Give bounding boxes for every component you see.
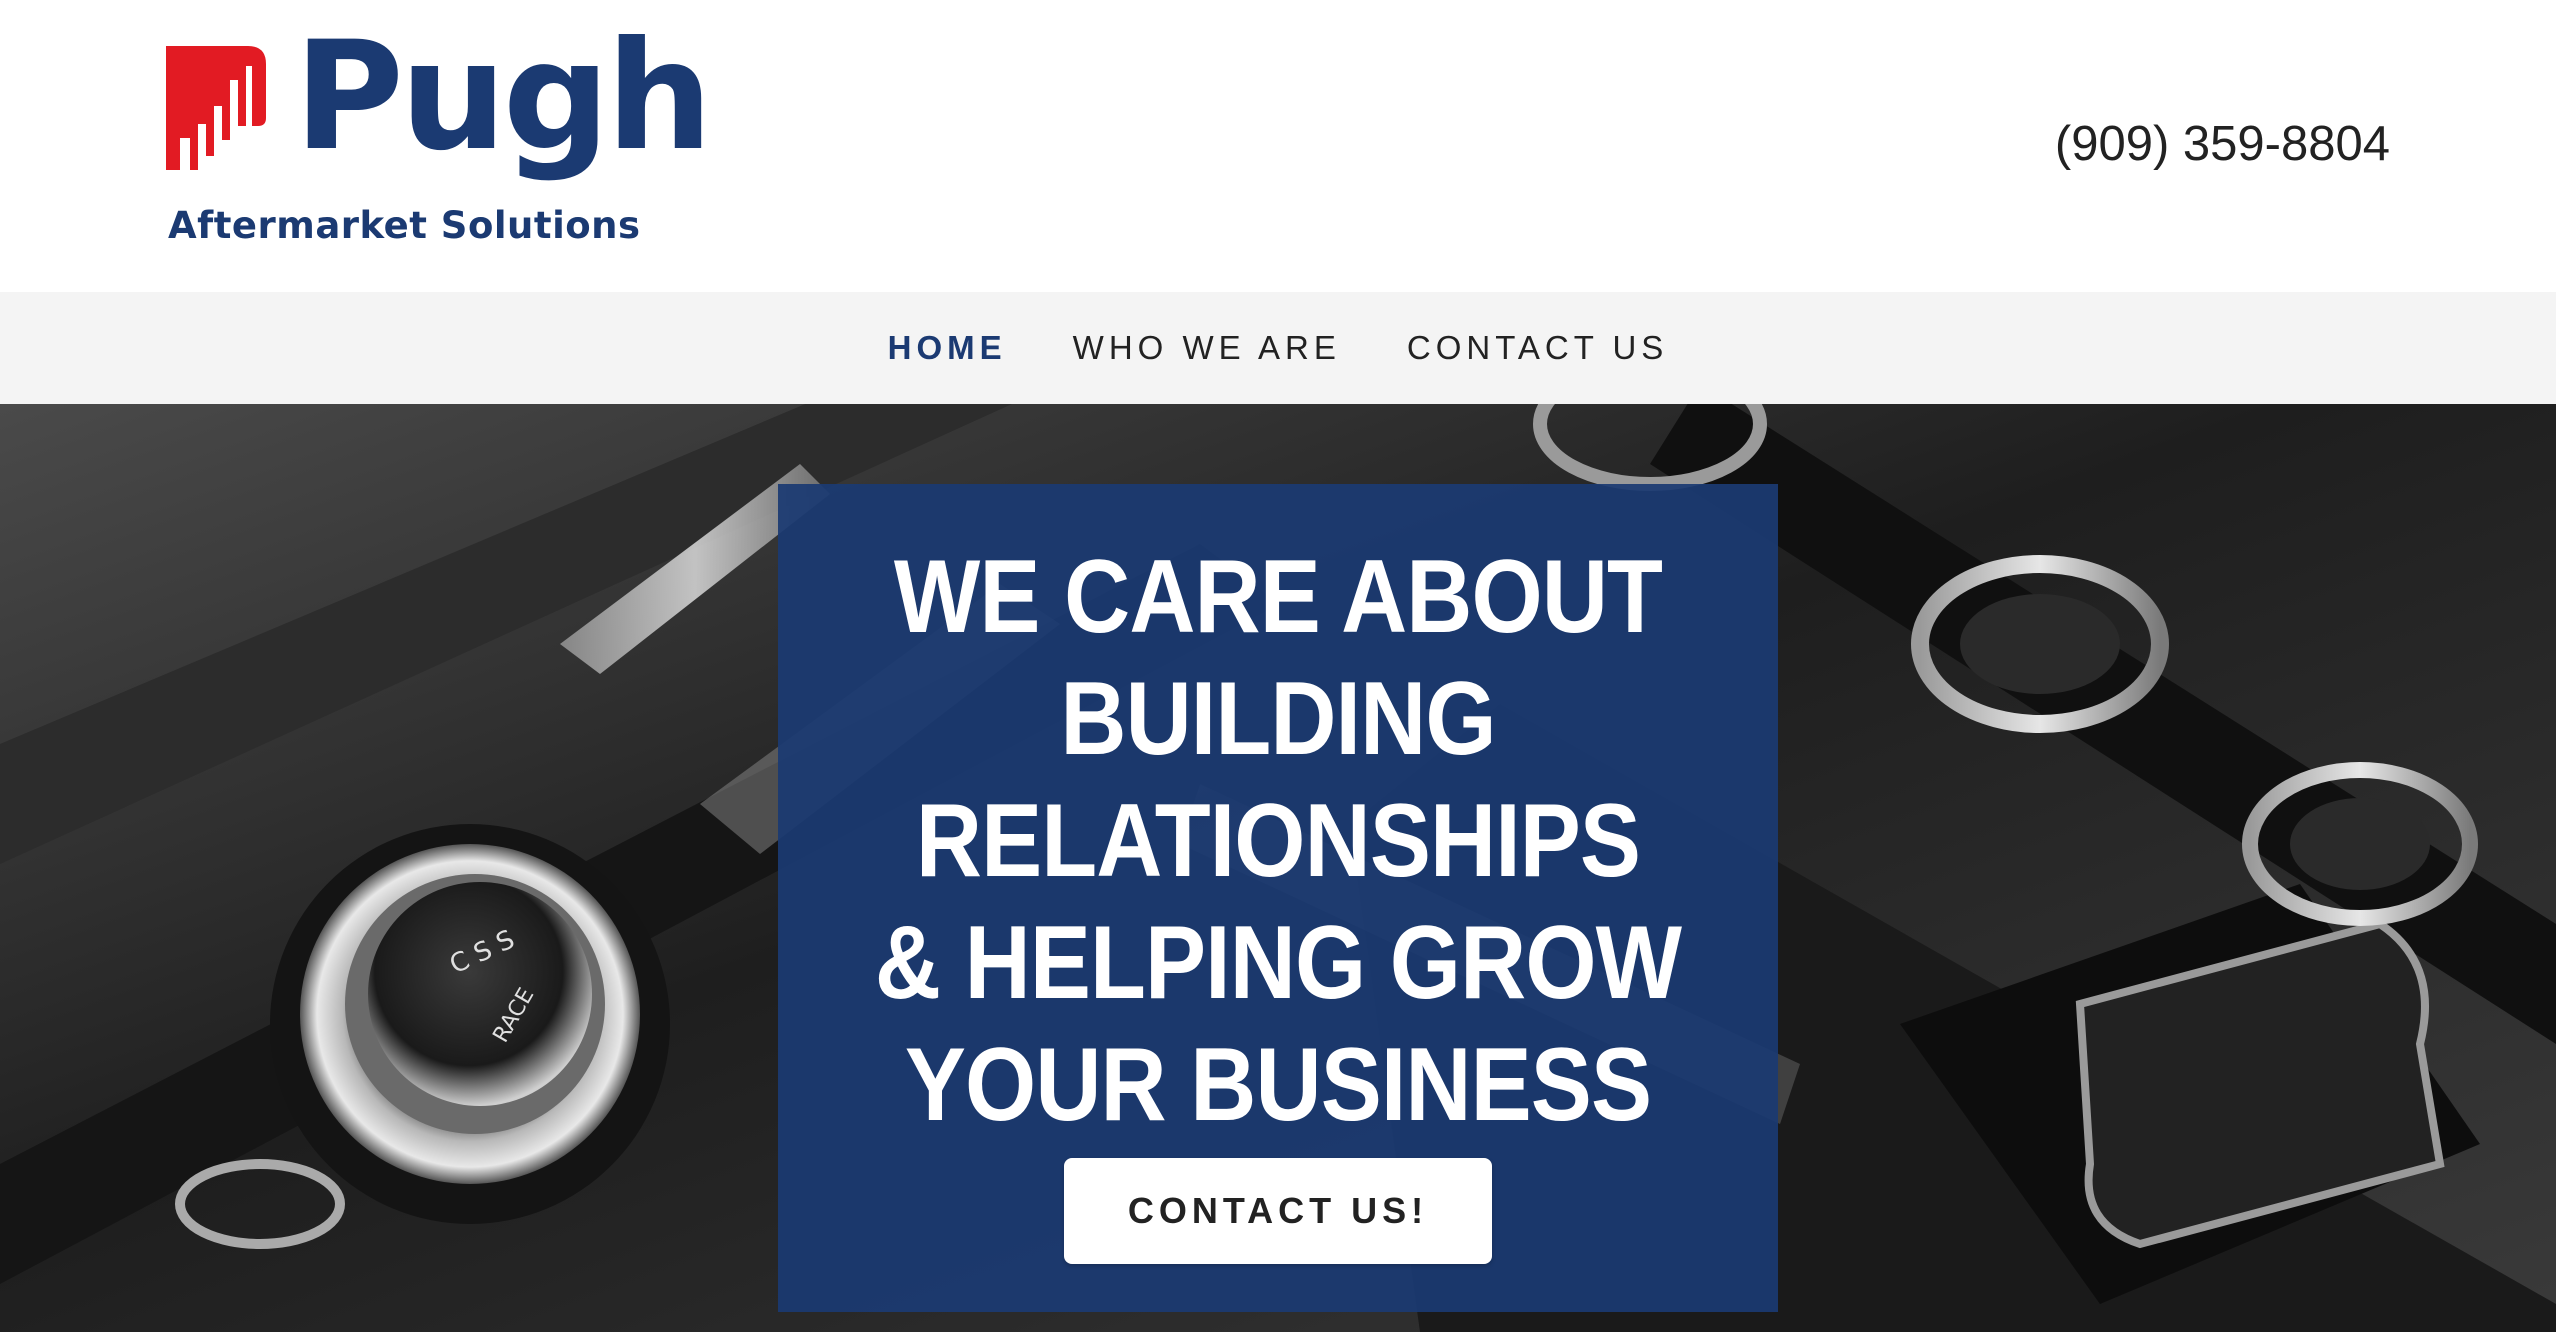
nav-item-contact-us[interactable]: CONTACT US	[1374, 329, 1701, 367]
hero-headline: WE CARE ABOUT BUILDING RELATIONSHIPS & H…	[874, 539, 1682, 1143]
brand-name: Pugh	[294, 10, 713, 184]
contact-us-cta-button[interactable]: CONTACT US!	[1064, 1158, 1492, 1264]
phone-link[interactable]: (909) 359-8804	[2055, 116, 2390, 172]
bar-chart-logo-mark-icon	[166, 46, 266, 170]
main-nav: HOME WHO WE ARE CONTACT US	[0, 292, 2556, 404]
nav-item-who-we-are[interactable]: WHO WE ARE	[1040, 329, 1374, 367]
site-logo[interactable]: Pugh Aftermarket Solutions	[166, 22, 713, 256]
nav-item-home[interactable]: HOME	[855, 329, 1040, 367]
brand-tagline: Aftermarket Solutions	[168, 204, 641, 247]
hero-section: C S S RACE WE CARE ABOUT BUILDING RELATI…	[0, 404, 2556, 1332]
site-header: Pugh Aftermarket Solutions (909) 359-880…	[0, 0, 2556, 292]
